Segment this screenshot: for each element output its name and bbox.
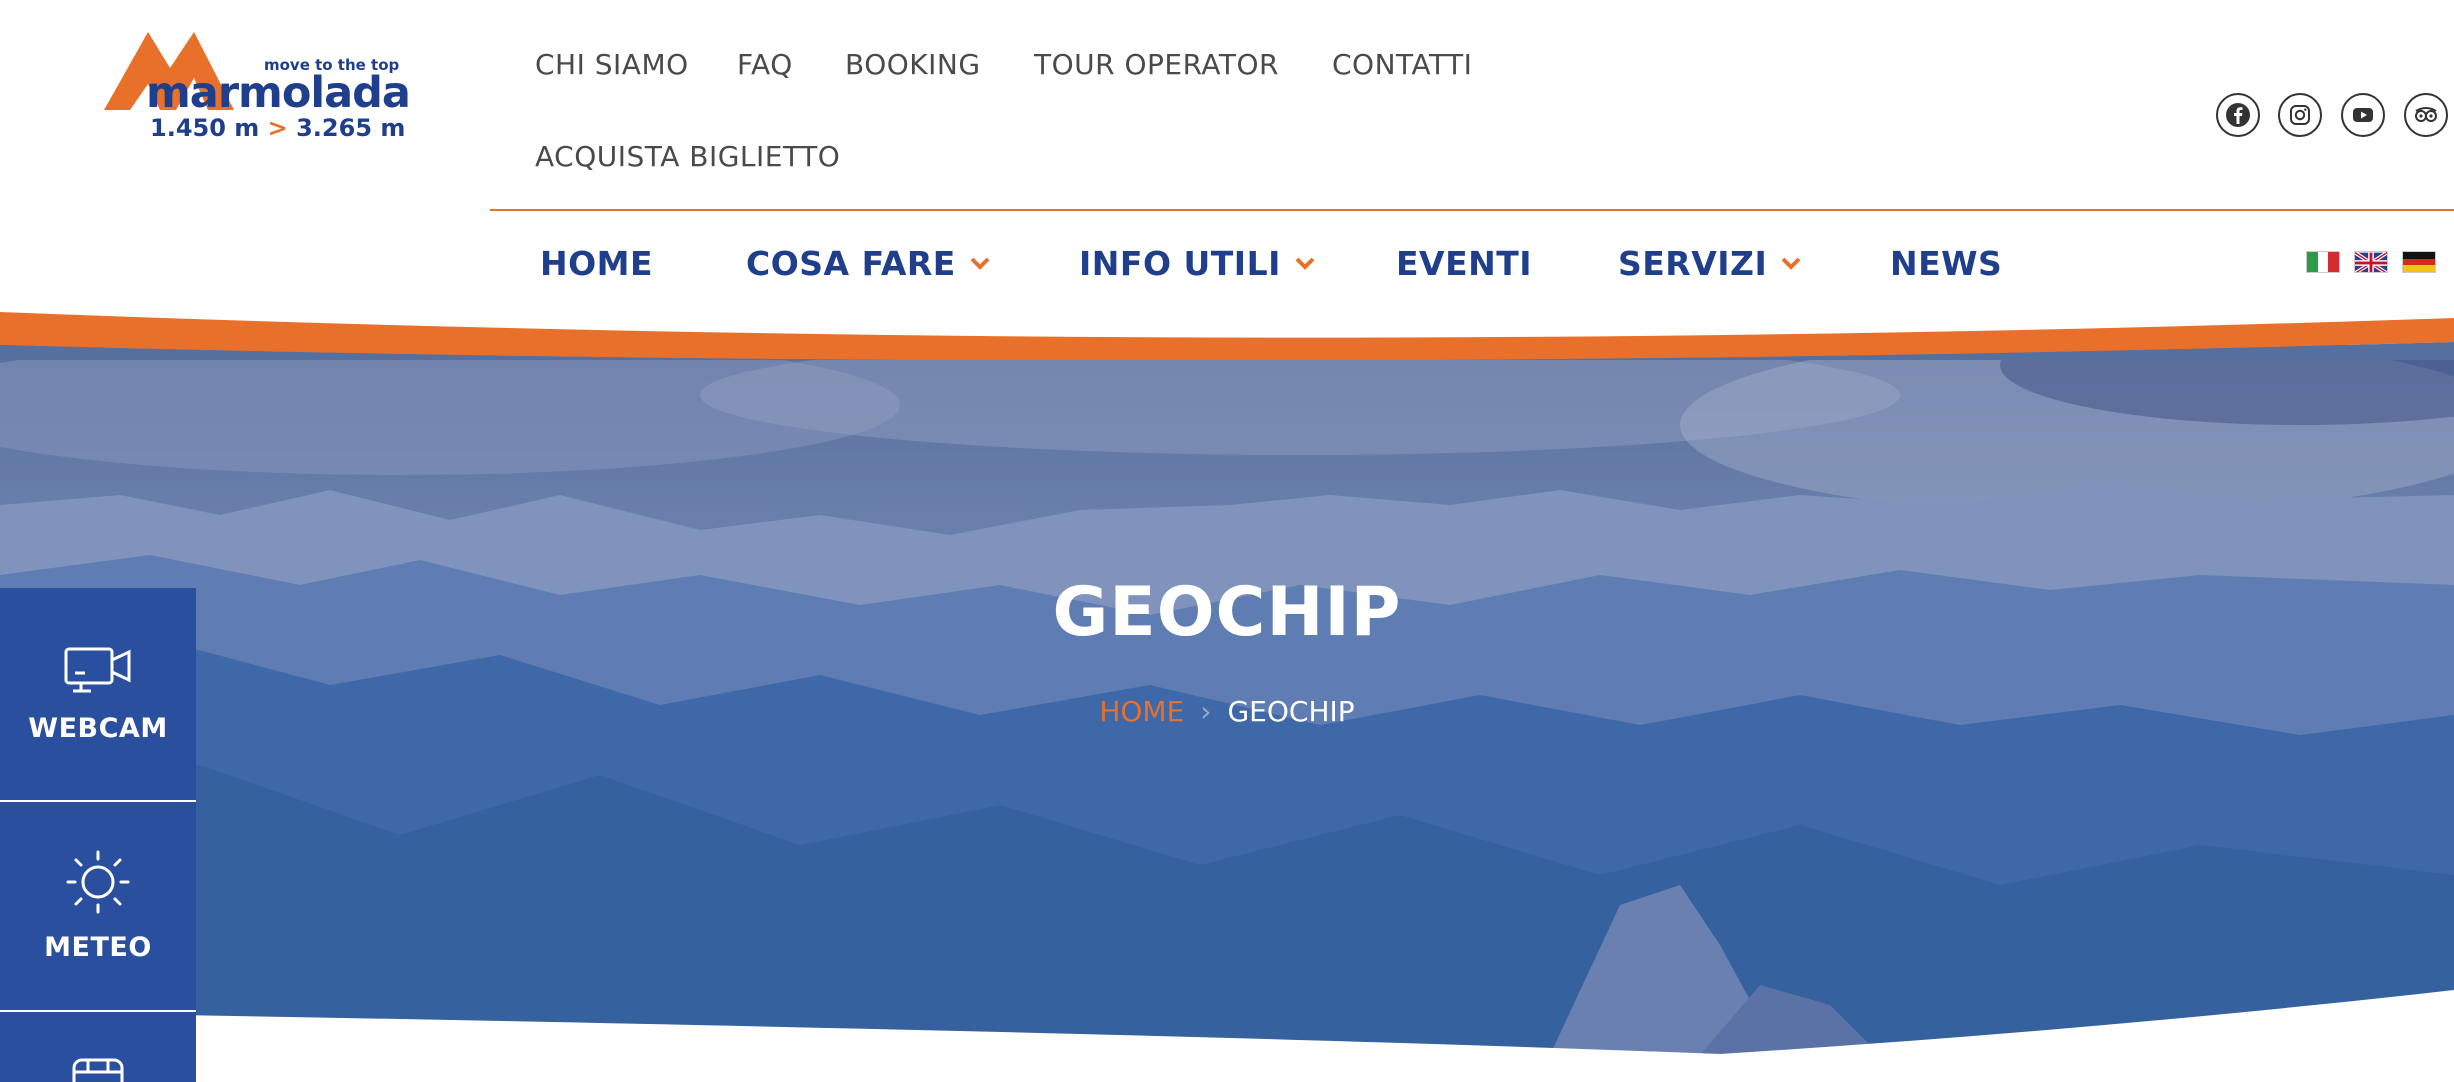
instagram-icon bbox=[2278, 93, 2322, 137]
nav-info-utili[interactable]: INFO UTILI bbox=[1079, 238, 1315, 288]
nav-news-label: NEWS bbox=[1890, 243, 2003, 283]
top-menu-acquista-biglietto[interactable]: ACQUISTA BIGLIETTO bbox=[535, 140, 840, 173]
top-menu-contatti[interactable]: CONTATTI bbox=[1332, 48, 1472, 81]
tripadvisor-link[interactable] bbox=[2404, 93, 2448, 137]
logo-name: marmolada bbox=[146, 68, 411, 118]
tripadvisor-icon bbox=[2404, 93, 2448, 137]
chevron-down-icon bbox=[970, 257, 990, 270]
youtube-link[interactable] bbox=[2341, 93, 2385, 137]
youtube-icon bbox=[2341, 93, 2385, 137]
language-switcher bbox=[2306, 251, 2436, 273]
page-title: GEOCHIP bbox=[1052, 573, 1402, 652]
breadcrumb-current: GEOCHIP bbox=[1227, 695, 1355, 728]
instagram-link[interactable] bbox=[2278, 93, 2322, 137]
nav-servizi-label: SERVIZI bbox=[1618, 243, 1768, 283]
breadcrumb-home-link[interactable]: HOME bbox=[1099, 695, 1184, 728]
nav-info-utili-label: INFO UTILI bbox=[1079, 243, 1281, 283]
top-menu-faq[interactable]: FAQ bbox=[737, 48, 793, 81]
webcam-label: WEBCAM bbox=[28, 712, 168, 744]
facebook-icon bbox=[2216, 93, 2260, 137]
cable-car-widget[interactable] bbox=[0, 1012, 196, 1082]
nav-servizi[interactable]: SERVIZI bbox=[1618, 238, 1801, 288]
chevron-down-icon bbox=[1295, 257, 1315, 270]
altitude-high: 3.265 m bbox=[296, 114, 406, 142]
page: move to the top marmolada 1.450 m > 3.26… bbox=[0, 0, 2454, 1082]
nav-eventi[interactable]: EVENTI bbox=[1396, 238, 1532, 288]
breadcrumb-separator-icon: › bbox=[1200, 695, 1212, 728]
top-menu-chi-siamo[interactable]: CHI SIAMO bbox=[535, 48, 689, 81]
altitude-separator: > bbox=[267, 114, 288, 142]
sun-icon bbox=[66, 850, 130, 913]
site-logo[interactable]: move to the top marmolada 1.450 m > 3.26… bbox=[104, 26, 411, 146]
orange-wave-divider bbox=[0, 312, 2454, 360]
breadcrumb: HOME › GEOCHIP bbox=[0, 695, 2454, 728]
webcam-icon bbox=[64, 647, 131, 692]
top-menu-tour-operator[interactable]: TOUR OPERATOR bbox=[1034, 48, 1279, 81]
italian-flag-icon[interactable] bbox=[2306, 251, 2340, 273]
site-header: move to the top marmolada 1.450 m > 3.26… bbox=[0, 0, 2454, 345]
nav-news[interactable]: NEWS bbox=[1890, 238, 2002, 288]
altitude-low: 1.450 m bbox=[150, 114, 260, 142]
hero-banner: GEOCHIP HOME › GEOCHIP bbox=[0, 345, 2454, 1055]
chevron-down-icon bbox=[1781, 257, 1801, 270]
cable-car-icon bbox=[72, 1058, 124, 1082]
english-flag-icon[interactable] bbox=[2354, 251, 2388, 273]
side-widgets: WEBCAM METEO bbox=[0, 588, 196, 1082]
nav-home[interactable]: HOME bbox=[540, 238, 653, 288]
meteo-label: METEO bbox=[44, 931, 152, 963]
nav-cosa-fare[interactable]: COSA FARE bbox=[746, 238, 990, 288]
webcam-widget[interactable]: WEBCAM bbox=[0, 588, 196, 802]
meteo-widget[interactable]: METEO bbox=[0, 802, 196, 1012]
hero-bottom-curve bbox=[0, 990, 2454, 1082]
nav-cosa-fare-label: COSA FARE bbox=[746, 243, 956, 283]
logo-altitude: 1.450 m > 3.265 m bbox=[150, 114, 405, 142]
german-flag-icon[interactable] bbox=[2402, 251, 2436, 273]
nav-home-label: HOME bbox=[540, 243, 654, 283]
top-menu-booking[interactable]: BOOKING bbox=[845, 48, 981, 81]
facebook-link[interactable] bbox=[2216, 93, 2260, 137]
header-divider bbox=[490, 209, 2454, 211]
nav-eventi-label: EVENTI bbox=[1396, 243, 1533, 283]
